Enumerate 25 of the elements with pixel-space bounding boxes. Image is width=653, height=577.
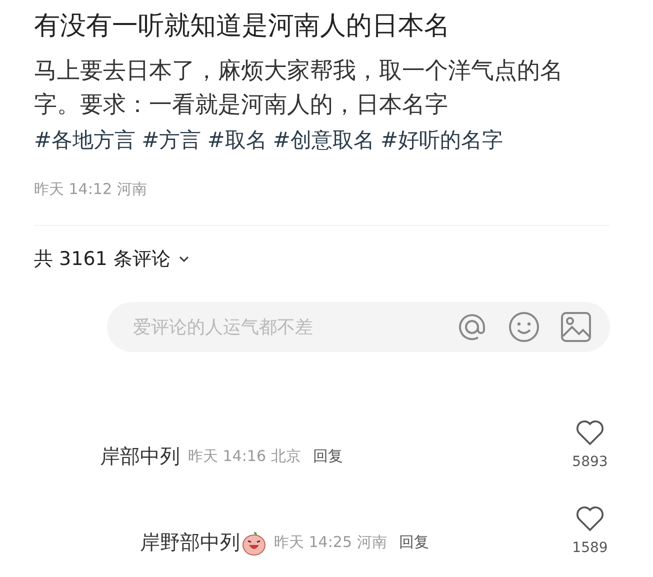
comment-meta: 昨天 14:16 北京 (188, 447, 301, 466)
chevron-down-icon (178, 255, 190, 263)
at-sign-icon[interactable] (456, 311, 488, 343)
image-icon[interactable] (560, 311, 592, 343)
heart-icon[interactable] (575, 504, 605, 532)
hashtag-link[interactable]: #方言 (142, 122, 202, 158)
like-count: 1589 (572, 540, 608, 556)
hashtag-link[interactable]: #取名 (207, 122, 267, 158)
comment-input-field[interactable]: 爱评论的人运气都不差 (107, 302, 610, 352)
hashtag-link[interactable]: #创意取名 (272, 122, 374, 158)
hashtag-link[interactable]: #各地方言 (34, 122, 136, 158)
heart-icon[interactable] (575, 418, 605, 446)
hashtag-link[interactable]: #好听的名字 (380, 122, 504, 158)
reply-link[interactable]: 回复 (312, 447, 343, 466)
comment-sort-button[interactable]: 共 3161 条评论 (34, 246, 190, 272)
post-body: 马上要去日本了，麻烦大家帮我，取一个洋气点的名字。要求：一看就是河南人的，日本名字 (34, 57, 564, 120)
reply-link[interactable]: 回复 (398, 533, 429, 552)
post-meta: 昨天 14:12 河南 (34, 180, 148, 199)
like-count: 5893 (572, 454, 608, 470)
commenter-name[interactable]: 岸野部中列 (140, 529, 240, 556)
smiley-icon[interactable] (508, 311, 540, 343)
comment-meta: 昨天 14:25 河南 (274, 533, 387, 552)
commenter-name[interactable]: 岸部中列 (100, 443, 180, 470)
sticker-icon (242, 530, 266, 556)
post-title: 有没有一听就知道是河南人的日本名 (34, 10, 451, 42)
